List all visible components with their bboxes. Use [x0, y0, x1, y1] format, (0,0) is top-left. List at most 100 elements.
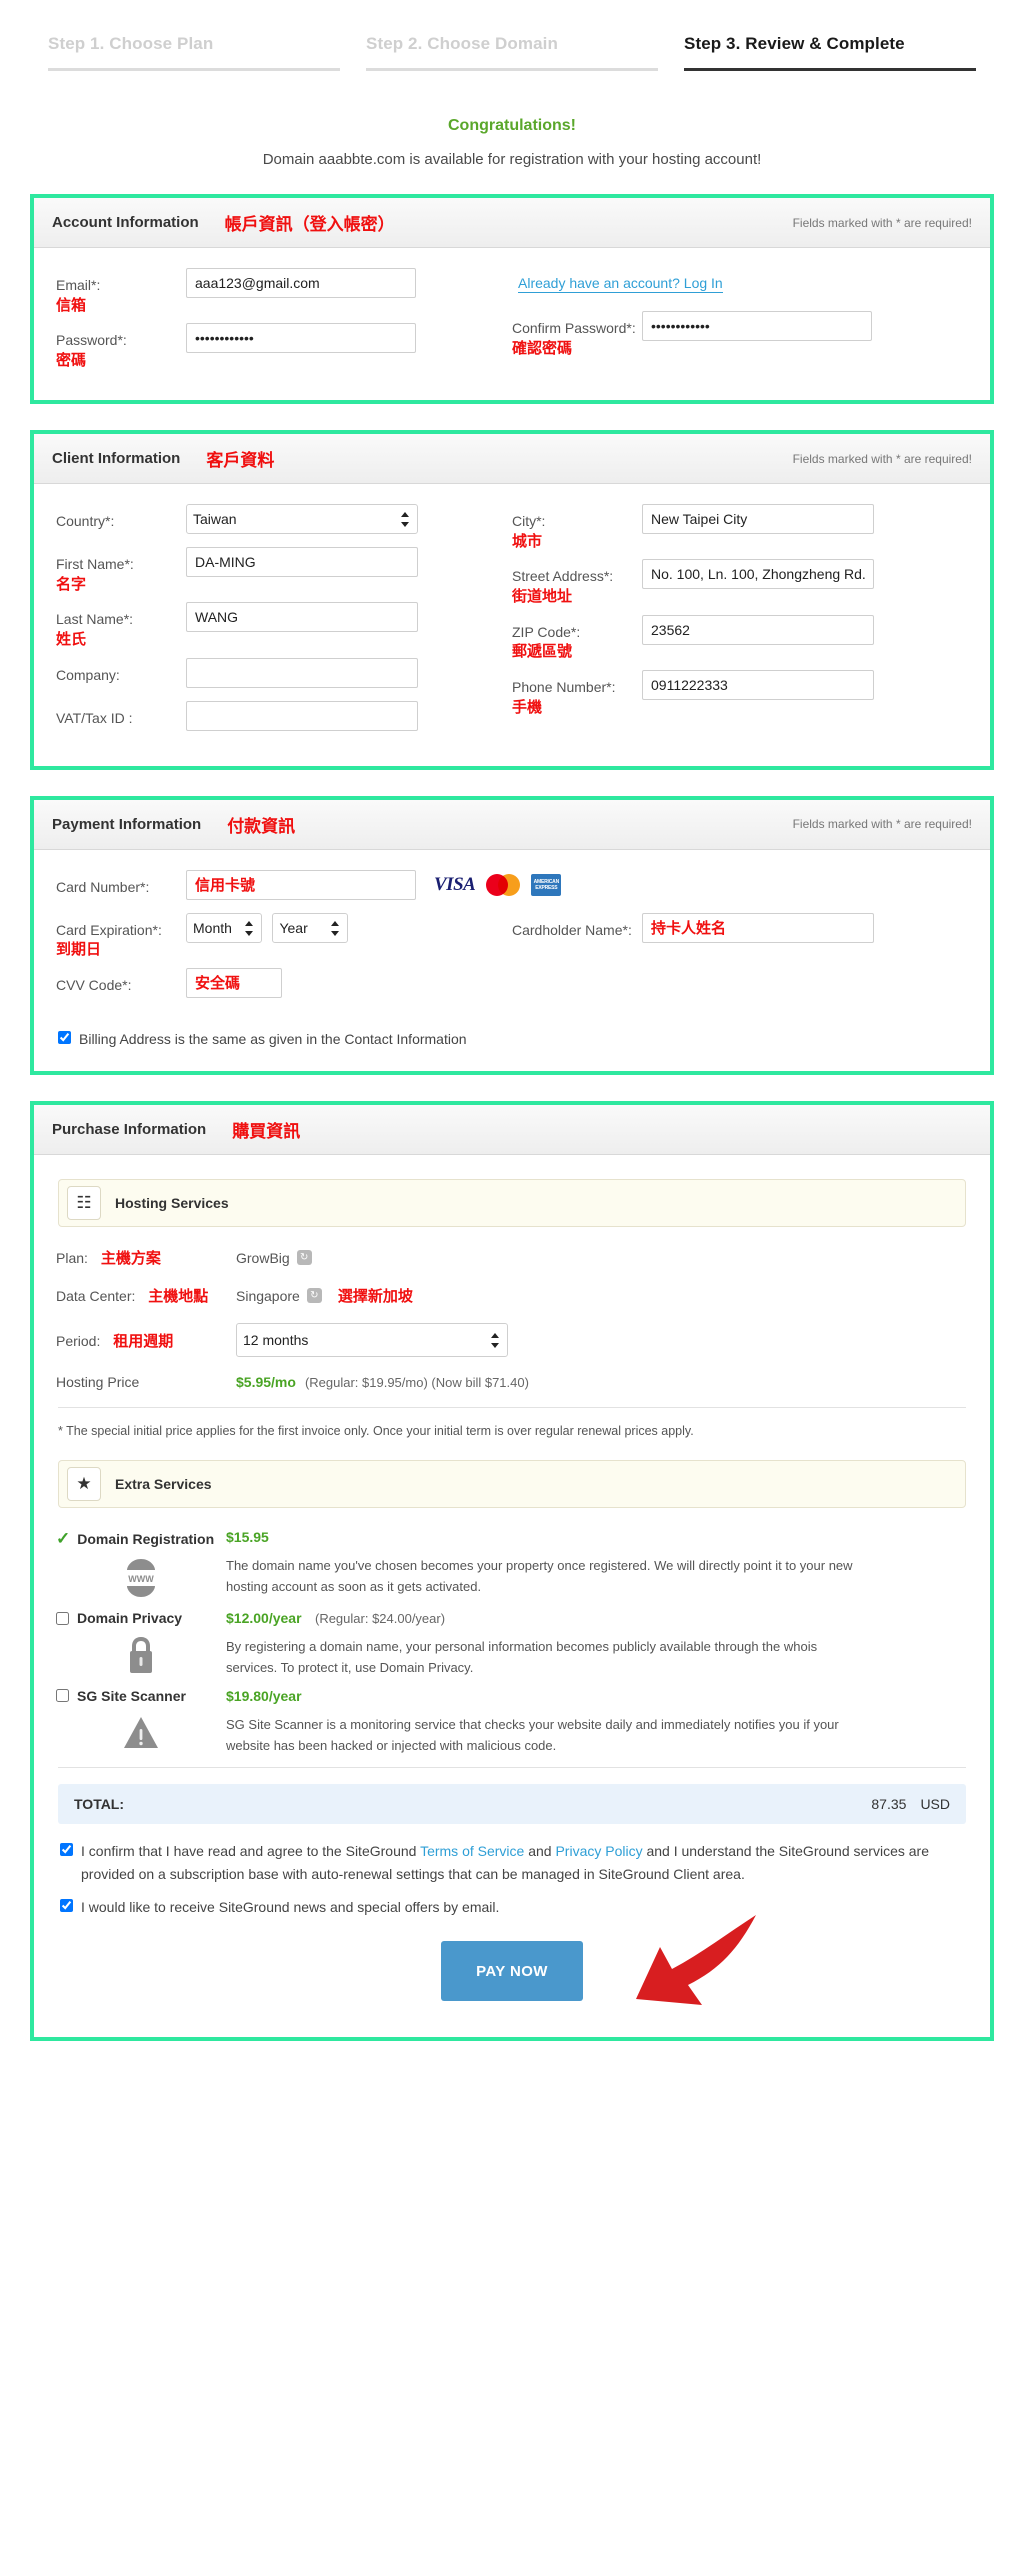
- step-2-underline: [366, 68, 658, 71]
- privacy-policy-link[interactable]: Privacy Policy: [555, 1843, 642, 1859]
- expiry-year-select-wrap: Year: [272, 912, 349, 943]
- company-label: Company:: [56, 666, 120, 683]
- card-expiration-label-annotation: 到期日: [56, 941, 102, 959]
- terms-checkbox[interactable]: [60, 1842, 73, 1856]
- cardholder-name-row: Cardholder Name*: 持卡人姓名: [512, 912, 968, 949]
- password-row: Password*: 密碼: [56, 323, 512, 371]
- country-select-wrap: Taiwan: [186, 504, 418, 535]
- billing-address-same-checkbox[interactable]: [58, 1030, 71, 1044]
- total-currency: USD: [920, 1795, 950, 1812]
- card-number-input[interactable]: 信用卡號: [186, 869, 416, 900]
- vat-input[interactable]: [186, 700, 418, 731]
- step-1-choose-plan[interactable]: Step 1. Choose Plan: [48, 34, 340, 85]
- last-name-input[interactable]: [186, 602, 418, 633]
- purchase-information-panel: Purchase Information 購買資訊 ☷ Hosting Serv…: [30, 1101, 994, 2042]
- client-information-panel: Client Information 客戶資料 Fields marked wi…: [30, 430, 994, 770]
- visa-logo-icon: VISA: [434, 873, 476, 895]
- step-indicator: Step 1. Choose Plan Step 2. Choose Domai…: [0, 0, 1024, 85]
- step-1-underline: [48, 68, 340, 71]
- login-link-row: Already have an account? Log In: [512, 268, 968, 304]
- zip-label-annotation: 郵遞區號: [512, 643, 573, 661]
- last-name-label: Last Name*:: [56, 611, 134, 628]
- expiry-year-select[interactable]: Year: [272, 912, 349, 943]
- payment-panel-title: Payment Information: [52, 815, 202, 833]
- zip-input[interactable]: [642, 614, 874, 645]
- client-panel-title: Client Information: [52, 450, 181, 468]
- city-input[interactable]: [642, 504, 874, 535]
- step-3-review-complete[interactable]: Step 3. Review & Complete: [684, 34, 976, 85]
- domain-registration-head[interactable]: ✓ Domain Registration: [56, 1529, 226, 1549]
- plan-change-icon[interactable]: ↻: [296, 1250, 312, 1265]
- cardholder-name-input[interactable]: 持卡人姓名: [642, 912, 874, 943]
- datacenter-change-icon[interactable]: ↻: [306, 1288, 322, 1303]
- domain-privacy-checkbox[interactable]: [56, 1611, 69, 1625]
- domain-privacy-head[interactable]: Domain Privacy: [56, 1610, 226, 1626]
- congratulations-text: Congratulations!: [448, 117, 576, 134]
- terms-row[interactable]: I confirm that I have read and agree to …: [58, 1840, 966, 1886]
- confirm-password-label: Confirm Password*:: [512, 320, 636, 336]
- client-required-note: Fields marked with * are required!: [792, 451, 972, 466]
- plan-label-wrap: Plan: 主機方案: [56, 1247, 236, 1268]
- street-address-input[interactable]: [642, 559, 874, 590]
- amex-logo-text: AMERICAN EXPRESS: [533, 878, 560, 891]
- card-expiration-row: Card Expiration*: 到期日 Month Year: [56, 912, 512, 961]
- payment-panel-header: Payment Information 付款資訊 Fields marked w…: [34, 799, 990, 850]
- newsletter-row[interactable]: I would like to receive SiteGround news …: [58, 1896, 966, 1919]
- purchase-panel-body: ☷ Hosting Services Plan: 主機方案 GrowBig ↻ …: [34, 1155, 990, 2037]
- domain-privacy-name: Domain Privacy: [77, 1610, 183, 1626]
- hosting-price-regular: (Regular: $19.95/mo) (Now bill $71.40): [304, 1374, 529, 1390]
- datacenter-label-wrap: Data Center: 主機地點: [56, 1285, 236, 1306]
- cvv-input[interactable]: 安全碼: [186, 967, 282, 998]
- terms-of-service-link[interactable]: Terms of Service: [420, 1843, 524, 1859]
- domain-registration-name: Domain Registration: [77, 1531, 215, 1547]
- period-select[interactable]: 12 months: [236, 1323, 508, 1357]
- email-input[interactable]: [186, 268, 416, 298]
- confirm-password-input[interactable]: [642, 311, 872, 341]
- vat-row: VAT/Tax ID :: [56, 700, 512, 737]
- email-label: Email*:: [56, 277, 101, 293]
- account-information-panel: Account Information 帳戶資訊（登入帳密） Fields ma…: [30, 194, 994, 405]
- sg-site-scanner-head[interactable]: SG Site Scanner: [56, 1688, 226, 1704]
- expiry-month-select[interactable]: Month: [186, 912, 262, 943]
- country-select[interactable]: Taiwan: [186, 504, 418, 535]
- last-name-row: Last Name*: 姓氏: [56, 602, 512, 650]
- sg-site-scanner-name: SG Site Scanner: [77, 1687, 186, 1704]
- sg-site-scanner-checkbox[interactable]: [56, 1689, 69, 1703]
- client-panel-body: Country*: Taiwan First Name*: 名字 DA-MING…: [34, 484, 990, 765]
- confirm-password-label-wrap: Confirm Password*: 確認密碼: [512, 311, 642, 359]
- accepted-card-logos: VISA AMERICAN EXPRESS: [434, 873, 562, 896]
- datacenter-label: Data Center:: [56, 1288, 136, 1304]
- street-address-label-annotation: 街道地址: [512, 588, 573, 606]
- phone-input[interactable]: [642, 669, 874, 700]
- billing-address-same-row[interactable]: Billing Address is the same as given in …: [56, 1029, 968, 1049]
- purchase-panel-title-annotation: 購買資訊: [232, 1122, 301, 1141]
- payment-panel-body: Card Number*: 信用卡號 VISA AMERICAN EXPRESS: [34, 850, 990, 1071]
- extra-service-item: SG Site Scanner $19.80/year SG Site Scan…: [56, 1687, 968, 1757]
- datacenter-value: Singapore: [236, 1287, 300, 1304]
- street-address-label-wrap: Street Address*: 街道地址: [512, 559, 642, 607]
- company-row: Company:: [56, 657, 512, 694]
- company-input[interactable]: [186, 657, 418, 688]
- sg-site-scanner-description: SG Site Scanner is a monitoring service …: [226, 1716, 839, 1754]
- password-input[interactable]: [186, 323, 416, 354]
- datacenter-annotation: 選擇新加坡: [337, 1288, 413, 1305]
- domain-privacy-left: Domain Privacy: [56, 1609, 226, 1679]
- first-name-label-wrap: First Name*: 名字: [56, 547, 186, 595]
- pay-now-button[interactable]: PAY NOW: [441, 1941, 583, 2002]
- check-mark-icon: ✓: [56, 1529, 71, 1548]
- hosting-price-row: Hosting Price $5.95/mo (Regular: $19.95/…: [56, 1374, 968, 1390]
- step-3-label: Step 3. Review & Complete: [684, 34, 905, 53]
- plan-label: Plan:: [56, 1250, 88, 1266]
- already-have-account-login-link[interactable]: Already have an account? Log In: [518, 275, 723, 293]
- phone-label-wrap: Phone Number*: 手機: [512, 670, 642, 718]
- card-number-label: Card Number*:: [56, 878, 150, 895]
- step-2-choose-domain[interactable]: Step 2. Choose Domain: [366, 34, 658, 85]
- last-name-label-wrap: Last Name*: 姓氏: [56, 602, 186, 650]
- newsletter-checkbox[interactable]: [60, 1898, 73, 1912]
- payment-information-panel: Payment Information 付款資訊 Fields marked w…: [30, 795, 994, 1075]
- period-label-wrap: Period: 租用週期: [56, 1330, 236, 1351]
- first-name-input[interactable]: [186, 547, 418, 578]
- confirm-password-label-annotation: 確認密碼: [512, 339, 573, 357]
- terms-text-part1: I confirm that I have read and agree to …: [81, 1842, 421, 1859]
- email-row: Email*: 信箱: [56, 268, 512, 316]
